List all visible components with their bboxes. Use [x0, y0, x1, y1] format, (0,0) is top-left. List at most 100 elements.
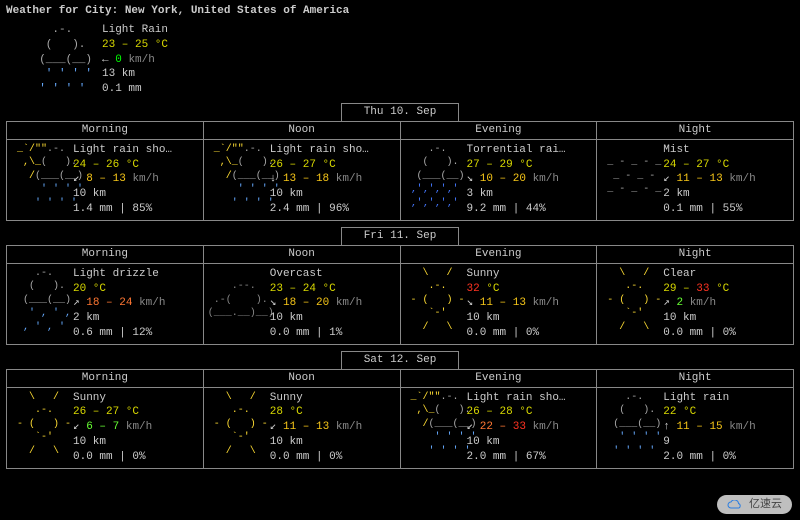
- weather-art-current: .-. ( ). (___(__) ' ' ' ' ' ' ' ': [26, 23, 94, 97]
- visibility-text: 10 km: [467, 311, 559, 326]
- current-temp: 23 – 25 °C: [102, 38, 168, 53]
- day-0: Thu 10. SepMorning _`/"".-. ,\_( ). /(__…: [6, 103, 794, 221]
- precip-text: 0.0 mm | 0%: [467, 326, 559, 341]
- temperature-text: 22 °C: [663, 405, 755, 420]
- wind-text: ↙ 11 – 13 km/h: [270, 420, 362, 435]
- wind-text: ↘ 11 – 13 km/h: [467, 296, 559, 311]
- precip-text: 0.0 mm | 0%: [663, 326, 736, 341]
- wind-text: ↙ 11 – 13 km/h: [663, 172, 755, 187]
- day-1: Fri 11. SepMorning .-. ( ). (___(__) ' ,…: [6, 227, 794, 345]
- forecast-cell: Noon _`/"".-. ,\_( ). /(___(__) ' ' ' ' …: [204, 122, 401, 220]
- day-row: Morning .-. ( ). (___(__) ' , ' , , ' , …: [6, 245, 794, 345]
- visibility-text: 10 km: [73, 435, 152, 450]
- precip-text: 1.4 mm | 85%: [73, 202, 172, 217]
- temperature-text: 27 – 29 °C: [467, 158, 566, 173]
- temperature-text: 26 – 27 °C: [73, 405, 152, 420]
- weather-art: _`/"".-. ,\_( ). /(___(__) ' ' ' ' ' ' '…: [405, 391, 463, 465]
- weather-art: .-. ( ). (___(__) ‚'‚'‚'‚' ‚'‚'‚'‚': [405, 143, 463, 217]
- weather-art: \ / .-. - ( ) - `-' / \: [601, 267, 659, 341]
- weather-art: _`/"".-. ,\_( ). /(___(__) ' ' ' ' ' ' '…: [208, 143, 266, 217]
- visibility-text: 2 km: [73, 311, 165, 326]
- condition-text: Light rain sho…: [467, 391, 566, 406]
- weather-art: \ / .-. - ( ) - `-' / \: [208, 391, 266, 465]
- precip-text: 0.0 mm | 0%: [270, 450, 362, 465]
- condition-text: Light rain sho…: [270, 143, 369, 158]
- condition-text: Light rain sho…: [73, 143, 172, 158]
- forecast-cell: Night _ - _ - _ _ - _ - _ - _ - _ Mist24…: [597, 122, 793, 220]
- temperature-text: 24 – 26 °C: [73, 158, 172, 173]
- condition-text: Mist: [663, 143, 755, 158]
- wind-text: ↙ 8 – 13 km/h: [73, 172, 172, 187]
- visibility-text: 10 km: [270, 435, 362, 450]
- temperature-text: 20 °C: [73, 282, 165, 297]
- weather-art: \ / .-. - ( ) - `-' / \: [405, 267, 463, 341]
- forecast-cell: Night .-. ( ). (___(__) ' ' ' ' ' ' ' ' …: [597, 370, 793, 468]
- condition-text: Clear: [663, 267, 736, 282]
- precip-text: 0.0 mm | 1%: [270, 326, 362, 341]
- watermark-badge: 亿速云: [717, 495, 792, 514]
- day-row: Morning _`/"".-. ,\_( ). /(___(__) ' ' '…: [6, 121, 794, 221]
- visibility-text: 10 km: [467, 435, 566, 450]
- temperature-text: 29 – 33 °C: [663, 282, 736, 297]
- wind-text: ↑ 11 – 15 km/h: [663, 420, 755, 435]
- precip-text: 0.1 mm | 55%: [663, 202, 755, 217]
- wind-text: ↗ 18 – 24 km/h: [73, 296, 165, 311]
- condition-text: Light rain: [663, 391, 755, 406]
- forecast-grid: Thu 10. SepMorning _`/"".-. ,\_( ). /(__…: [6, 103, 794, 469]
- wind-text: ↓ 13 – 18 km/h: [270, 172, 369, 187]
- daypart-label: Night: [597, 370, 793, 388]
- forecast-cell: Noon .--. .-( ). (___.__)__) Overcast23 …: [204, 246, 401, 344]
- daypart-label: Night: [597, 246, 793, 264]
- daypart-label: Noon: [204, 246, 400, 264]
- daypart-label: Noon: [204, 122, 400, 140]
- condition-text: Sunny: [73, 391, 152, 406]
- daypart-label: Evening: [401, 122, 597, 140]
- forecast-cell: Morning .-. ( ). (___(__) ' , ' , , ' , …: [7, 246, 204, 344]
- wind-text: ↙ 6 – 7 km/h: [73, 420, 152, 435]
- temperature-text: 32 °C: [467, 282, 559, 297]
- temperature-text: 23 – 24 °C: [270, 282, 362, 297]
- current-precip: 0.1 mm: [102, 82, 168, 97]
- temperature-text: 26 – 27 °C: [270, 158, 369, 173]
- current-conditions: .-. ( ). (___(__) ' ' ' ' ' ' ' ' Light …: [26, 23, 794, 97]
- precip-text: 2.4 mm | 96%: [270, 202, 369, 217]
- current-wind: ← 0 km/h: [102, 53, 168, 68]
- temperature-text: 26 – 28 °C: [467, 405, 566, 420]
- temperature-text: 24 – 27 °C: [663, 158, 755, 173]
- cloud-icon: [727, 500, 743, 510]
- condition-text: Light drizzle: [73, 267, 165, 282]
- wind-text: ↘ 10 – 20 km/h: [467, 172, 566, 187]
- weather-art: .--. .-( ). (___.__)__): [208, 267, 266, 341]
- wind-text: ↙ 22 – 33 km/h: [467, 420, 566, 435]
- day-header: Fri 11. Sep: [6, 227, 794, 246]
- precip-text: 0.6 mm | 12%: [73, 326, 165, 341]
- daypart-label: Evening: [401, 370, 597, 388]
- wind-text: ↗ 2 km/h: [663, 296, 736, 311]
- weather-art: .-. ( ). (___(__) ' ' ' ' ' ' ' ': [601, 391, 659, 465]
- current-visibility: 13 km: [102, 67, 168, 82]
- condition-text: Sunny: [270, 391, 362, 406]
- day-header: Sat 12. Sep: [6, 351, 794, 370]
- day-row: Morning \ / .-. - ( ) - `-' / \ Sunny26 …: [6, 369, 794, 469]
- weather-art: _ - _ - _ _ - _ - _ - _ - _: [601, 143, 659, 217]
- condition-text: Overcast: [270, 267, 362, 282]
- visibility-text: 10 km: [270, 187, 369, 202]
- forecast-cell: Morning \ / .-. - ( ) - `-' / \ Sunny26 …: [7, 370, 204, 468]
- daypart-label: Morning: [7, 246, 203, 264]
- forecast-cell: Evening .-. ( ). (___(__) ‚'‚'‚'‚' ‚'‚'‚…: [401, 122, 598, 220]
- condition-text: Sunny: [467, 267, 559, 282]
- condition-text: Torrential rai…: [467, 143, 566, 158]
- weather-art: _`/"".-. ,\_( ). /(___(__) ' ' ' ' ' ' '…: [11, 143, 69, 217]
- daypart-label: Morning: [7, 370, 203, 388]
- forecast-cell: Evening _`/"".-. ,\_( ). /(___(__) ' ' '…: [401, 370, 598, 468]
- daypart-label: Morning: [7, 122, 203, 140]
- forecast-cell: Morning _`/"".-. ,\_( ). /(___(__) ' ' '…: [7, 122, 204, 220]
- visibility-text: 10 km: [663, 311, 736, 326]
- visibility-text: 3 km: [467, 187, 566, 202]
- wind-text: ↘ 18 – 20 km/h: [270, 296, 362, 311]
- precip-text: 0.0 mm | 0%: [73, 450, 152, 465]
- weather-art: .-. ( ). (___(__) ' , ' , , ' , ': [11, 267, 69, 341]
- visibility-text: 9: [663, 435, 755, 450]
- current-condition: Light Rain: [102, 23, 168, 38]
- day-header: Thu 10. Sep: [6, 103, 794, 122]
